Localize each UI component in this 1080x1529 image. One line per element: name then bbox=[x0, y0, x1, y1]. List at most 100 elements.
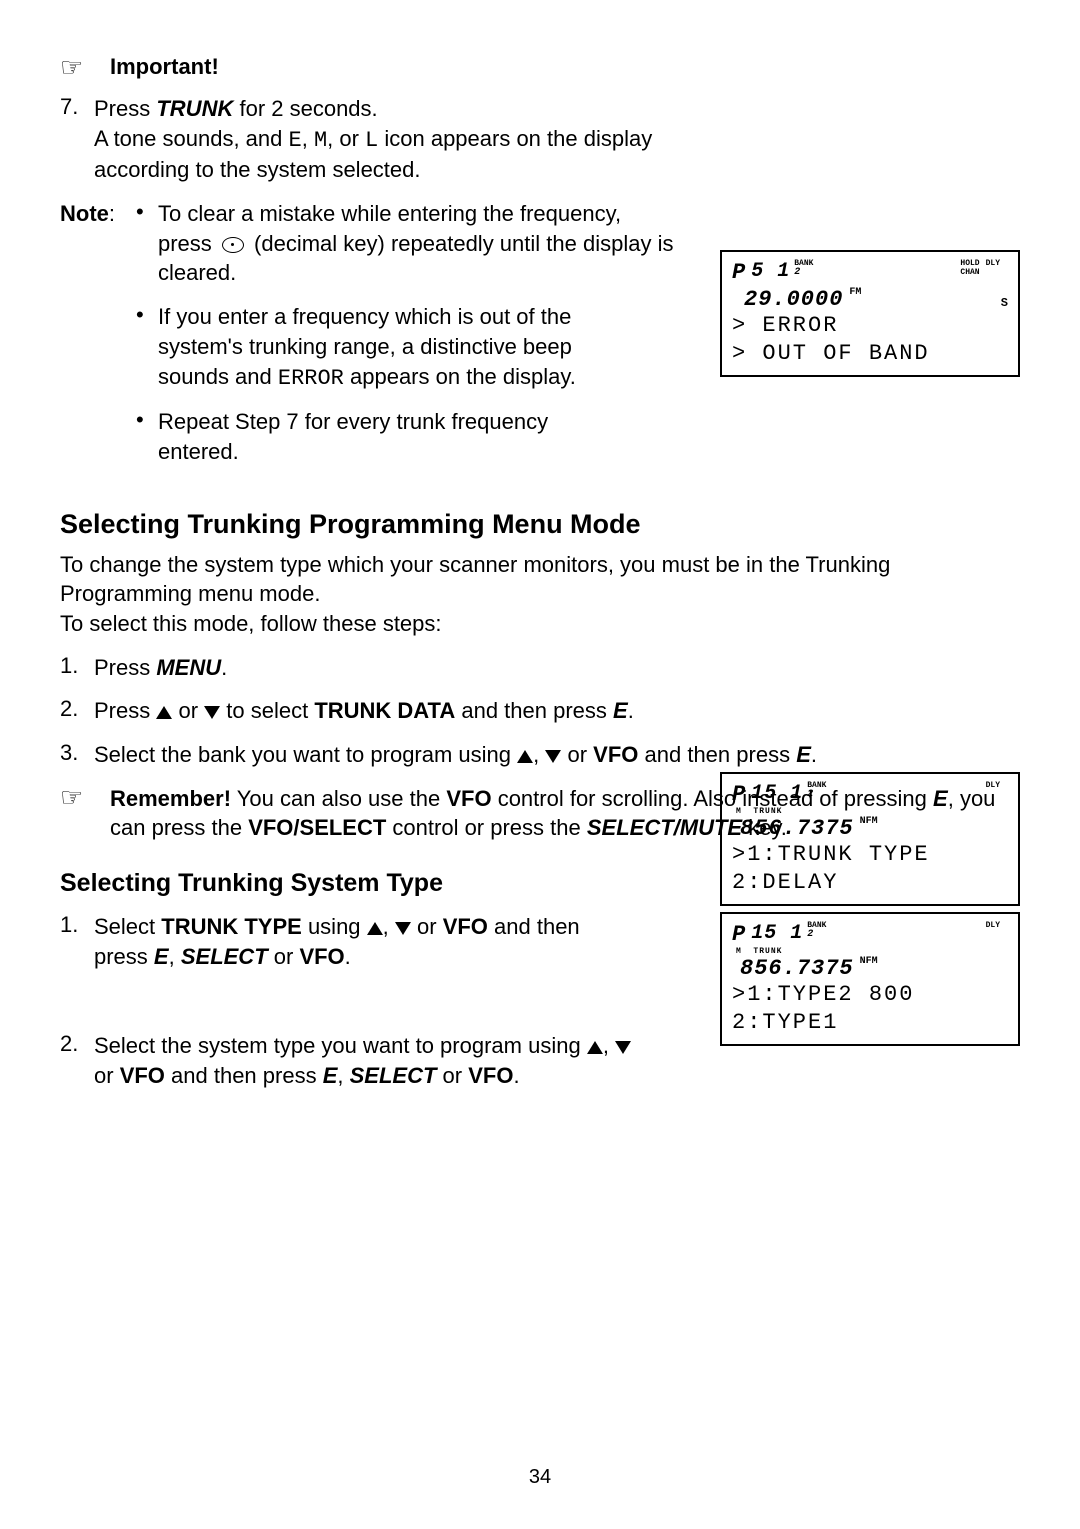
lcd-bank-num: 5 1 bbox=[751, 260, 790, 283]
s1-step2: 2. Press or to select TRUNK DATA and the… bbox=[60, 696, 1020, 726]
s1-step3: 3. Select the bank you want to program u… bbox=[60, 740, 1020, 770]
t: appears on the display. bbox=[344, 364, 576, 389]
lcd-m-trunk: M TRUNK bbox=[736, 947, 1008, 956]
up-arrow-icon bbox=[517, 750, 533, 763]
t: . bbox=[345, 944, 351, 969]
lcd-m: M bbox=[736, 947, 742, 956]
lcd-line1: >1:TRUNK TYPE bbox=[732, 841, 1008, 869]
lcd-m-trunk: M TRUNK bbox=[736, 807, 1008, 816]
t: , bbox=[603, 1033, 615, 1058]
lcd-error: P 5 1 BANK 2 HOLD CHAN DLY 29.0000FM S bbox=[720, 250, 1020, 377]
e-key: E bbox=[613, 698, 628, 723]
lcd-freq-row: 856.7375NFM bbox=[740, 956, 1008, 981]
vfo-label: VFO bbox=[593, 742, 638, 767]
content: ☞ Important! 7. Press TRUNK for 2 second… bbox=[60, 54, 1020, 1091]
lcd-display: P 15 1 BANK 2 DLY M TRUNK 856.7375NFM >1… bbox=[720, 912, 1020, 1046]
note-text: Repeat Step 7 for every trunk frequency … bbox=[158, 407, 628, 466]
lcd-line2: 2:DELAY bbox=[732, 869, 1008, 897]
t: using bbox=[302, 914, 367, 939]
up-arrow-icon bbox=[367, 922, 383, 935]
step-number: 7. bbox=[60, 94, 94, 120]
lcd-trunk: TRUNK bbox=[753, 947, 782, 956]
e-key: E bbox=[323, 1063, 338, 1088]
l-icon: L bbox=[365, 128, 378, 153]
trunk-type-label: TRUNK TYPE bbox=[161, 914, 302, 939]
t: . bbox=[513, 1063, 519, 1088]
t: Select the bank you want to program usin… bbox=[94, 742, 517, 767]
lcd-top-row: P 15 1 BANK 2 DLY bbox=[732, 922, 1008, 947]
t: You can also use the bbox=[231, 786, 446, 811]
lcd-s: S bbox=[1001, 296, 1008, 310]
down-arrow-icon bbox=[395, 922, 411, 935]
t: Repeat Step 7 for every trunk frequency … bbox=[158, 409, 548, 464]
note-item: • Repeat Step 7 for every trunk frequenc… bbox=[136, 407, 678, 466]
select-key: SELECT bbox=[181, 944, 268, 969]
lcd-freq-row: 856.7375NFM bbox=[740, 816, 1008, 841]
lcd-sub-num: 2 bbox=[807, 790, 813, 800]
t: or bbox=[411, 914, 443, 939]
lcd-freq-row: 29.0000FM bbox=[744, 287, 1008, 312]
important-label: Important! bbox=[110, 54, 219, 80]
lcd-line2: 2:TYPE1 bbox=[732, 1009, 1008, 1037]
up-arrow-icon bbox=[156, 706, 172, 719]
menu-key: MENU bbox=[156, 655, 221, 680]
bullet-icon: • bbox=[136, 302, 158, 328]
step-text: Press or to select TRUNK DATA and then p… bbox=[94, 696, 634, 726]
lcd-m: M bbox=[736, 807, 742, 816]
vfo-label: VFO bbox=[443, 914, 488, 939]
up-arrow-icon bbox=[587, 1041, 603, 1054]
lcd-bank-num: 15 1 bbox=[751, 922, 803, 945]
lcd-mode: FM bbox=[849, 287, 861, 298]
note-items: • To clear a mistake while entering the … bbox=[136, 199, 678, 481]
e-icon: E bbox=[289, 128, 302, 153]
note-item: • If you enter a frequency which is out … bbox=[136, 302, 678, 393]
lcd-p: P bbox=[732, 782, 745, 807]
e-key: E bbox=[154, 944, 169, 969]
note-label: Note bbox=[60, 201, 109, 226]
t: . bbox=[628, 698, 634, 723]
t: A tone sounds, and bbox=[94, 126, 289, 151]
manual-page: ☞ Important! 7. Press TRUNK for 2 second… bbox=[0, 0, 1080, 1529]
lcd-top-row: P 15 1 BANK 2 DLY bbox=[732, 782, 1008, 807]
step-text: Select the bank you want to program usin… bbox=[94, 740, 817, 770]
down-arrow-icon bbox=[204, 706, 220, 719]
pointer-icon: ☞ bbox=[60, 784, 86, 810]
t: or bbox=[94, 1063, 120, 1088]
pointer-icon: ☞ bbox=[60, 54, 86, 80]
note-label-wrap: Note: bbox=[60, 199, 126, 229]
lcd-line2: > OUT OF BAND bbox=[732, 340, 1008, 368]
select-mute-key: SELECT/MUTE bbox=[587, 815, 742, 840]
t: or bbox=[268, 944, 300, 969]
t: and then press bbox=[165, 1063, 323, 1088]
t: , bbox=[169, 944, 181, 969]
step-number: 2. bbox=[60, 1031, 94, 1057]
vfo-label: VFO bbox=[468, 1063, 513, 1088]
lcd-hold-chan: HOLD CHAN bbox=[960, 260, 979, 278]
error-label: ERROR bbox=[278, 366, 344, 391]
t: . bbox=[811, 742, 817, 767]
note-text: If you enter a frequency which is out of… bbox=[158, 302, 628, 393]
lcd-dly: DLY bbox=[986, 782, 1000, 790]
note-text: To clear a mistake while entering the fr… bbox=[158, 199, 678, 288]
vfo-select-label: VFO/SELECT bbox=[248, 815, 386, 840]
vfo-label: VFO bbox=[446, 786, 491, 811]
lcd-sub-num: 2 bbox=[794, 268, 800, 278]
bullet-icon: • bbox=[136, 199, 158, 225]
lcd-mode: NFM bbox=[860, 816, 878, 827]
step7-text: Press TRUNK for 2 seconds. A tone sounds… bbox=[94, 94, 714, 185]
down-arrow-icon bbox=[545, 750, 561, 763]
lcd-chan: CHAN bbox=[960, 269, 979, 278]
lcd-line1: > ERROR bbox=[732, 312, 1008, 340]
t: , bbox=[383, 914, 395, 939]
step-number: 1. bbox=[60, 912, 94, 938]
lcd-trunk-type: P 15 1 BANK 2 DLY M TRUNK 856.7375NFM >1… bbox=[720, 772, 1020, 906]
step-number: 1. bbox=[60, 653, 94, 679]
lcd-dly: DLY bbox=[986, 260, 1000, 268]
lcd-display: P 5 1 BANK 2 HOLD CHAN DLY 29.0000FM S bbox=[720, 250, 1020, 377]
t: and then press bbox=[455, 698, 613, 723]
lcd-top-row: P 5 1 BANK 2 HOLD CHAN DLY bbox=[732, 260, 1008, 285]
vfo-label: VFO bbox=[299, 944, 344, 969]
t: Press bbox=[94, 698, 156, 723]
step-text: Press MENU. bbox=[94, 653, 227, 683]
trunk-data-label: TRUNK DATA bbox=[314, 698, 455, 723]
